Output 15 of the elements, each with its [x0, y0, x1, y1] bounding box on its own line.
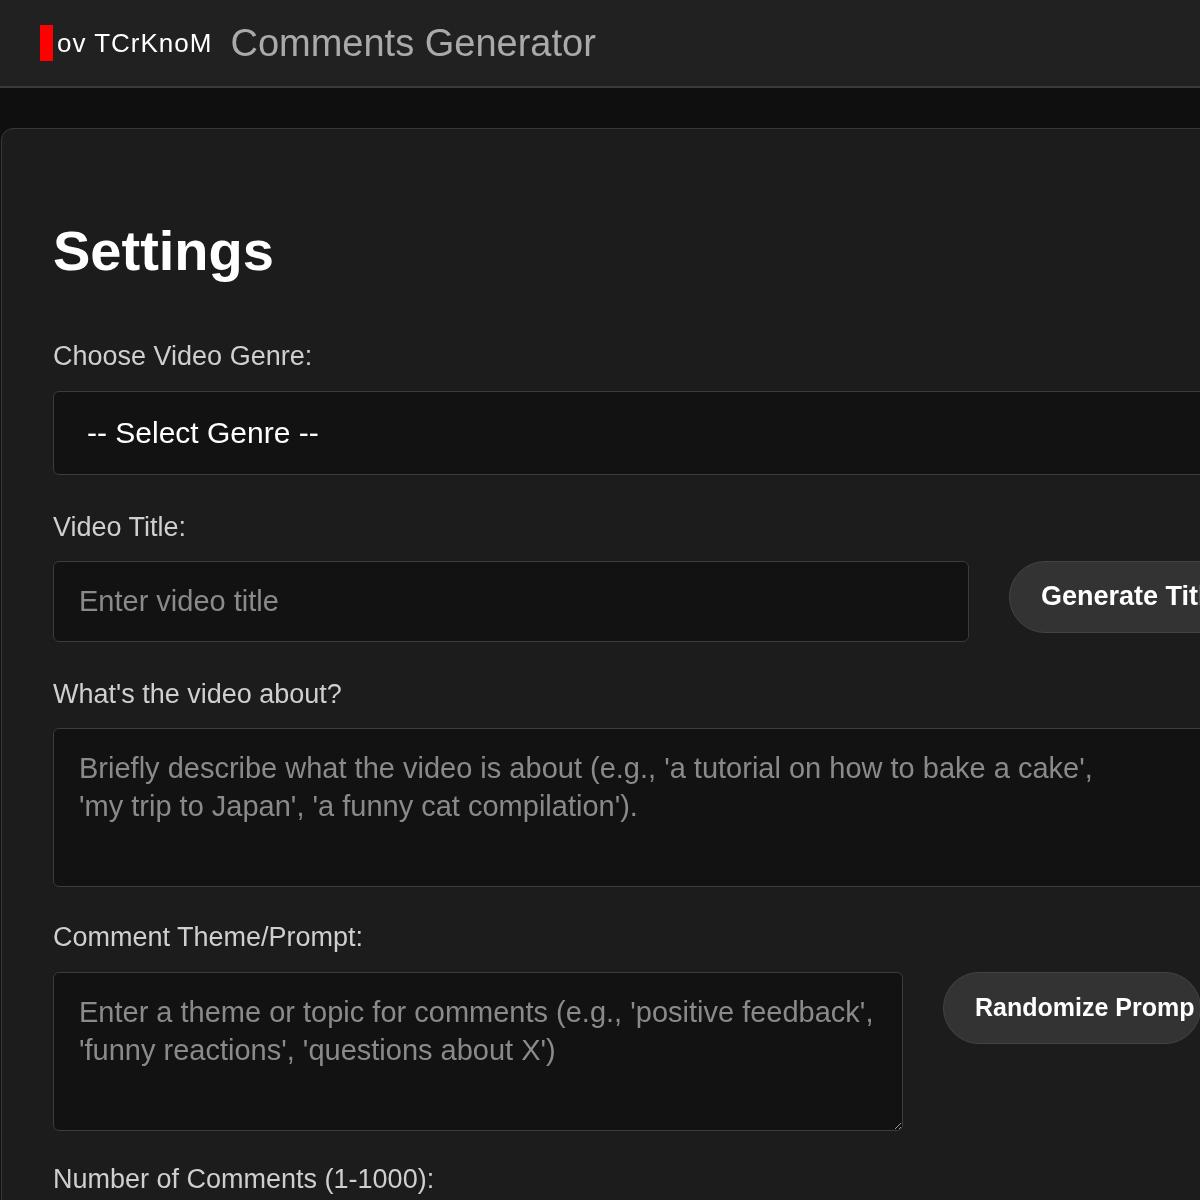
randomize-prompt-button[interactable]: Randomize Promp [943, 971, 1200, 1044]
logo-bar-icon [40, 25, 53, 61]
app-title: Comments Generator [230, 21, 596, 65]
logo: ov TCrKnoM [40, 25, 213, 61]
field-label: Choose Video Genre: [53, 340, 314, 373]
video-title-input[interactable]: Enter video title [53, 560, 969, 642]
generate-title-button[interactable]: Generate Titl [1009, 560, 1200, 633]
comment-theme-textarea[interactable]: Enter a theme or topic for comments (e.g., 'positive feedback', 'funny reactions', 'questions about X') [53, 971, 903, 1131]
settings-heading: Settings [53, 218, 275, 284]
field-label: What's the video about? [53, 677, 343, 711]
field-label: Comment Theme/Prompt: [53, 921, 365, 954]
field-label: Number of Comments (1-1000): [53, 1162, 436, 1196]
genre-select[interactable]: -- Select Genre -- [53, 390, 1200, 475]
video-about-textarea[interactable]: Briefly describe what the video is about (e.g., 'a tutorial on how to bake a cake', 'my trip to Japan', 'a funny cat compilation'). [53, 728, 1200, 888]
field-label: Video Title: [53, 510, 188, 543]
